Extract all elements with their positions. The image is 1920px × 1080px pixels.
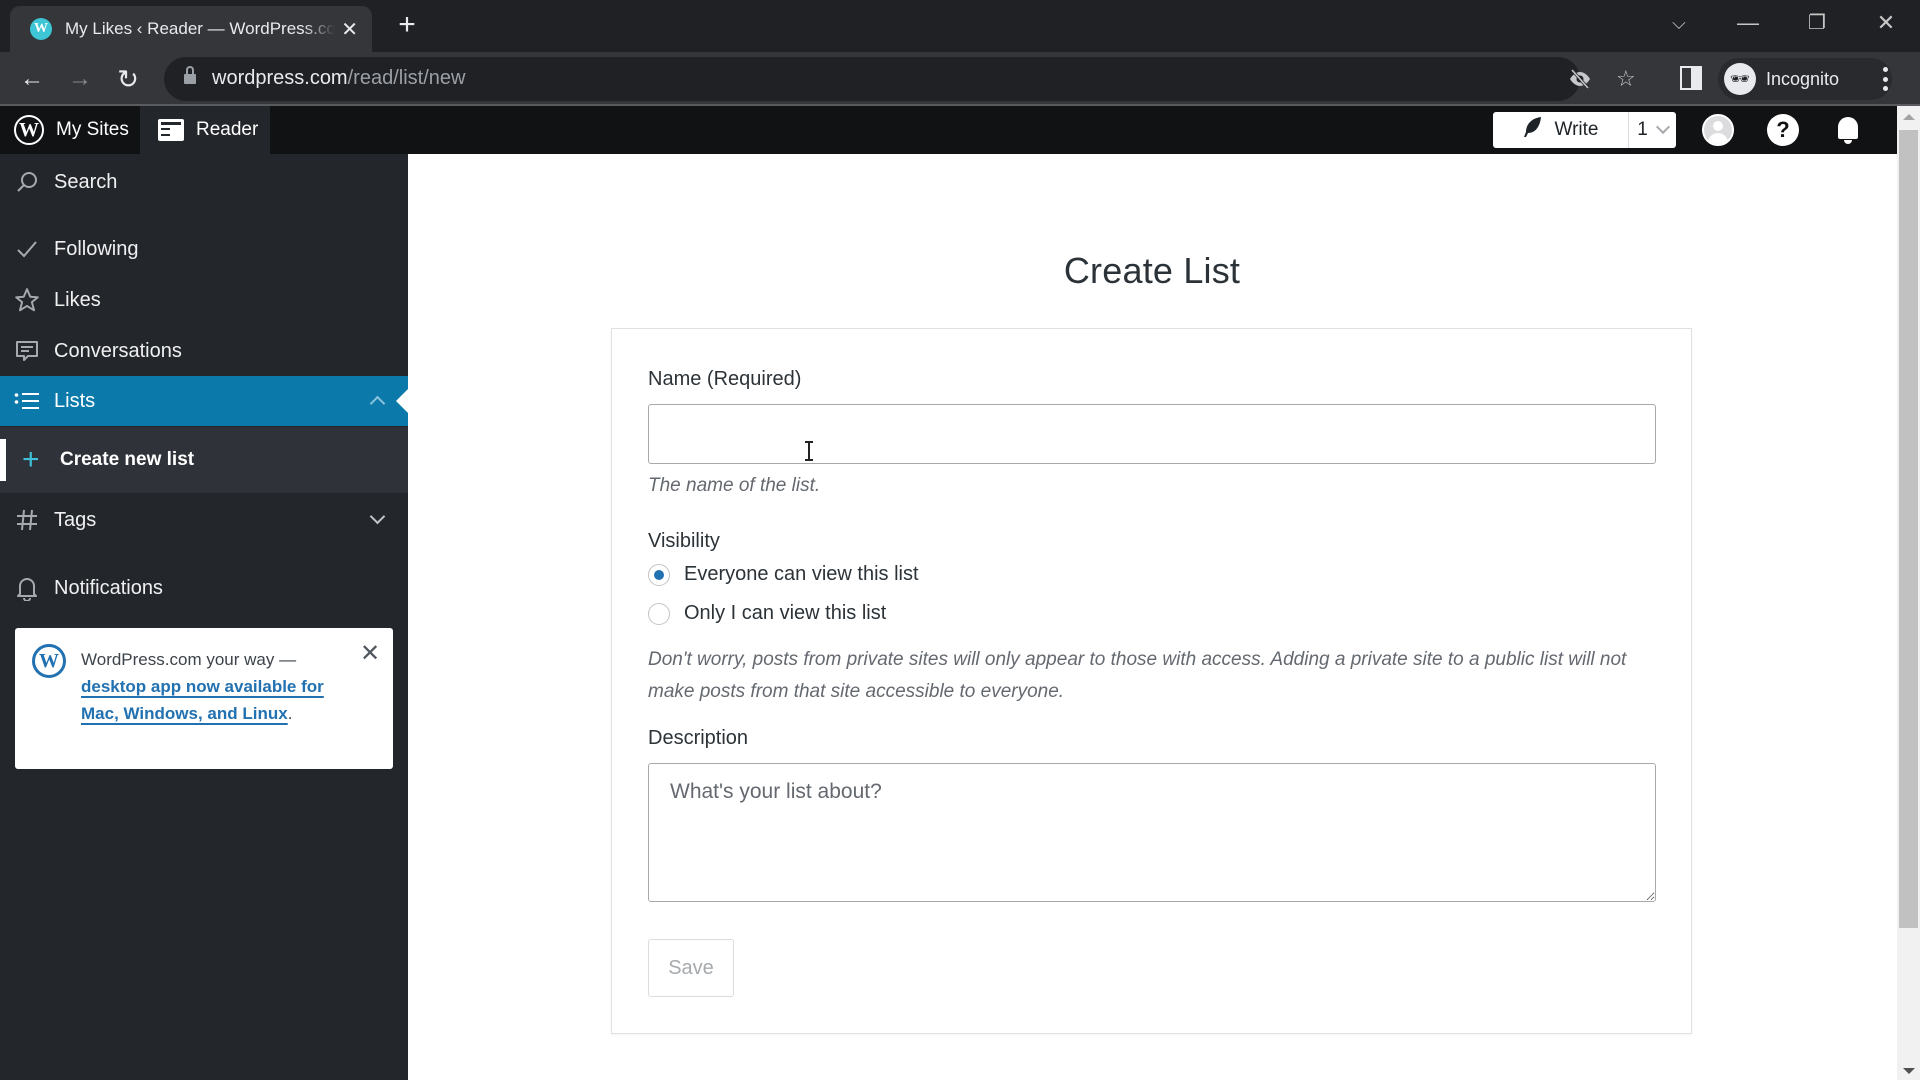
visibility-label: Visibility — [648, 530, 720, 552]
write-button[interactable]: Write — [1493, 112, 1629, 148]
name-label: Name (Required) — [648, 368, 802, 390]
sidebar-item-likes[interactable]: Likes — [0, 275, 408, 325]
quill-icon — [1523, 116, 1543, 144]
visibility-option-public[interactable]: Everyone can view this list — [648, 563, 919, 586]
close-window-button[interactable]: ✕ — [1866, 8, 1906, 38]
active-indicator — [396, 389, 408, 413]
visibility-note: Don't worry, posts from private sites wi… — [648, 649, 1627, 702]
incognito-label: Incognito — [1766, 68, 1840, 89]
help-icon[interactable]: ? — [1767, 114, 1799, 146]
save-button[interactable]: Save — [648, 939, 734, 997]
description-label: Description — [648, 727, 749, 749]
lists-submenu: + Create new list — [0, 427, 408, 493]
radio-button[interactable] — [648, 602, 670, 625]
browser-tab[interactable]: W My Likes ‹ Reader — WordPress.com ✕ — [10, 6, 372, 52]
promo-suffix: . — [287, 704, 293, 723]
sidebar-item-label: Notifications — [54, 576, 163, 599]
browser-menu-icon[interactable] — [1880, 64, 1890, 94]
forward-button[interactable]: → — [64, 64, 96, 94]
sites-dropdown[interactable]: 1 — [1629, 112, 1676, 148]
wordpress-logo-icon: W — [32, 644, 66, 678]
sidebar-item-label: Tags — [54, 508, 97, 531]
my-sites-button[interactable]: W My Sites — [0, 106, 140, 154]
sidebar-item-conversations[interactable]: Conversations — [0, 326, 408, 376]
write-count: 1 — [1637, 119, 1648, 140]
wordpress-logo-icon: W — [14, 115, 44, 145]
back-button[interactable]: ← — [16, 64, 48, 94]
close-icon[interactable]: ✕ — [360, 642, 380, 666]
tab-close-icon[interactable]: ✕ — [341, 17, 358, 42]
search-icon — [13, 168, 41, 196]
tab-title: My Likes ‹ Reader — WordPress.com — [65, 19, 335, 38]
address-bar[interactable]: wordpress.com/read/list/new ☆ — [164, 57, 1636, 101]
promo-lead: WordPress.com your way — — [81, 650, 297, 669]
name-hint: The name of the list. — [648, 475, 821, 496]
radio-label: Everyone can view this list — [684, 563, 919, 585]
page-scrollbar[interactable] — [1897, 106, 1920, 1080]
sidebar-item-search[interactable]: Search — [0, 157, 408, 207]
bell-icon — [13, 574, 41, 602]
wp-masterbar: W My Sites Reader Write 1 ? — [0, 106, 1897, 154]
write-button-group: Write 1 — [1493, 112, 1676, 148]
reader-button[interactable]: Reader — [140, 106, 270, 154]
sidebar-item-label: Conversations — [54, 339, 182, 362]
list-icon — [13, 387, 41, 415]
incognito-profile-button[interactable]: 🕶 Incognito — [1718, 58, 1892, 100]
scroll-down-arrow-icon[interactable] — [1903, 1068, 1915, 1074]
url-text[interactable]: wordpress.com/read/list/new — [212, 67, 465, 90]
reader-icon — [158, 119, 184, 141]
radio-button[interactable] — [648, 563, 670, 586]
sidebar-item-tags[interactable]: Tags — [0, 495, 408, 545]
reader-label: Reader — [196, 119, 259, 140]
comment-icon — [13, 337, 41, 365]
radio-label: Only I can view this list — [684, 602, 887, 624]
incognito-icon: 🕶 — [1724, 63, 1756, 95]
chevron-down-icon — [1655, 119, 1670, 135]
sidebar-item-label: Search — [54, 170, 118, 193]
sidebar-item-label: Lists — [54, 389, 96, 412]
browser-tab-strip: W My Likes ‹ Reader — WordPress.com ✕ + … — [0, 0, 1920, 52]
sidebar-item-following[interactable]: Following — [0, 224, 408, 274]
create-new-list-link[interactable]: + Create new list — [22, 427, 194, 493]
checkmark-icon — [13, 235, 41, 263]
promo-text: WordPress.com your way — desktop app now… — [81, 646, 341, 727]
scroll-up-arrow-icon[interactable] — [1903, 114, 1915, 120]
reader-sidebar: Search Following Likes Conversations Lis… — [0, 154, 408, 1080]
eye-slash-icon[interactable] — [1568, 67, 1592, 96]
plus-icon: + — [22, 443, 40, 476]
lock-icon — [184, 66, 196, 86]
side-panel-icon[interactable] — [1680, 66, 1702, 95]
browser-toolbar: ← → ↻ wordpress.com/read/list/new ☆ 🕶 In… — [0, 52, 1920, 106]
avatar-icon[interactable] — [1702, 114, 1734, 146]
selected-indicator — [0, 439, 6, 481]
bookmark-star-icon[interactable]: ☆ — [1616, 67, 1636, 91]
write-label: Write — [1554, 119, 1599, 140]
text-cursor-icon — [805, 441, 813, 461]
restore-button[interactable]: ❐ — [1797, 8, 1837, 38]
my-sites-label: My Sites — [56, 119, 129, 140]
description-textarea[interactable] — [648, 763, 1656, 902]
minimize-button[interactable]: — — [1728, 8, 1768, 38]
sidebar-item-label: Following — [54, 237, 139, 260]
sidebar-item-notifications[interactable]: Notifications — [0, 563, 408, 613]
notifications-bell-icon[interactable] — [1832, 114, 1864, 146]
chevron-up-icon[interactable] — [369, 395, 386, 412]
create-new-list-label: Create new list — [60, 449, 195, 470]
scrollbar-thumb[interactable] — [1899, 130, 1918, 928]
visibility-option-private[interactable]: Only I can view this list — [648, 602, 886, 625]
name-input[interactable] — [648, 404, 1656, 464]
create-list-form: Name (Required) The name of the list. Vi… — [611, 328, 1692, 1034]
main-content: Create List Name (Required) The name of … — [408, 154, 1897, 1080]
star-icon — [13, 286, 41, 314]
chevron-down-icon[interactable] — [369, 508, 386, 525]
page-title: Create List — [1063, 250, 1241, 291]
wordpress-favicon-icon: W — [30, 18, 52, 40]
sidebar-item-lists[interactable]: Lists — [0, 376, 408, 426]
reload-button[interactable]: ↻ — [112, 64, 144, 94]
tab-search-icon[interactable]: ⌵ — [1659, 8, 1699, 38]
hashtag-icon — [13, 506, 41, 534]
sidebar-item-label: Likes — [54, 288, 101, 311]
desktop-app-promo: W WordPress.com your way — desktop app n… — [15, 628, 393, 769]
new-tab-button[interactable]: + — [392, 10, 422, 40]
